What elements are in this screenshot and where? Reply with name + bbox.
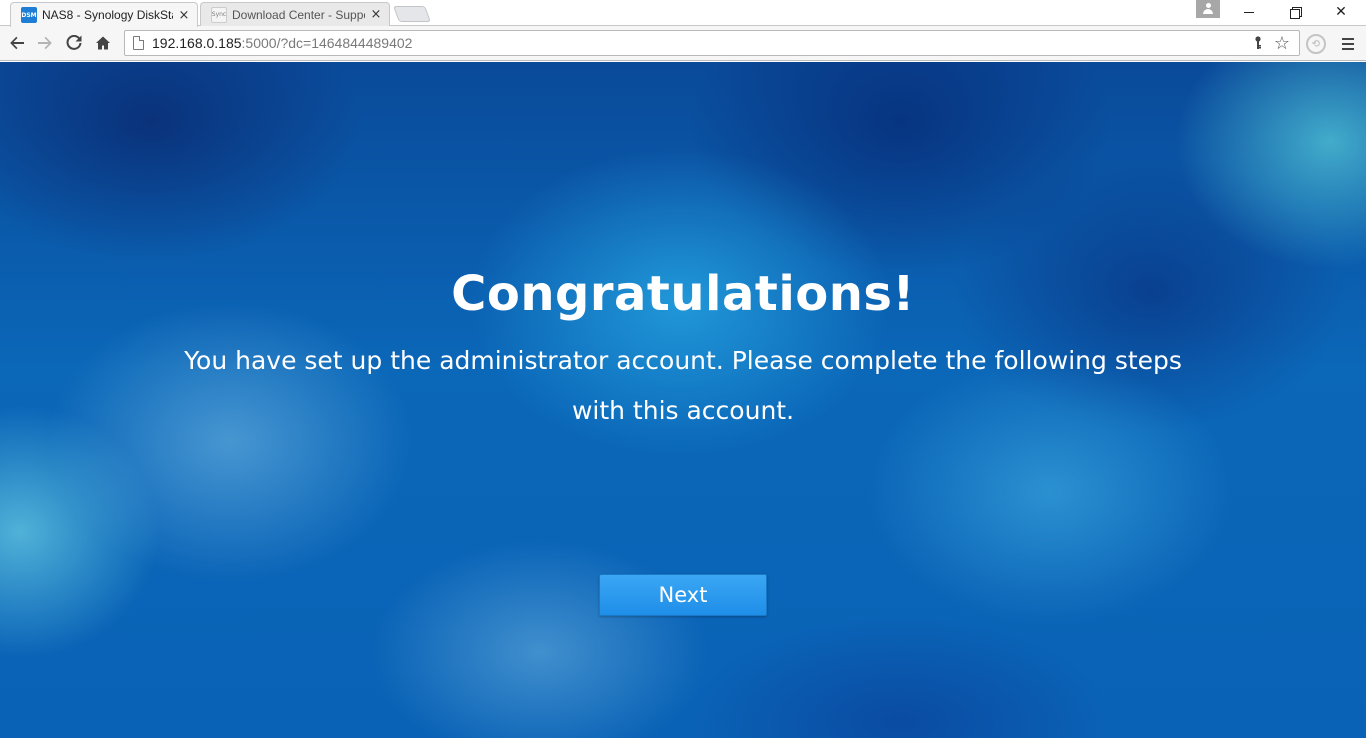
menu-line	[1342, 43, 1354, 45]
extension-icon[interactable]: ⟲	[1306, 34, 1326, 54]
dsm-favicon-icon: DSM	[21, 7, 37, 23]
message-line-2: with this account.	[571, 396, 795, 425]
tab-nas8[interactable]: DSM NAS8 - Synology DiskStat ×	[10, 2, 198, 27]
restore-button[interactable]	[1272, 0, 1318, 24]
profile-body	[1203, 9, 1213, 14]
bookmark-star-icon[interactable]: ☆	[1271, 32, 1293, 54]
profile-head	[1205, 3, 1211, 8]
page-background: Congratulations! You have set up the adm…	[0, 62, 1366, 738]
tab-title: NAS8 - Synology DiskStat	[42, 8, 173, 22]
page-icon	[133, 36, 144, 50]
url-path: :5000/?dc=1464844489402	[241, 35, 413, 51]
browser-toolbar: 192.168.0.185:5000/?dc=1464844489402 ☆ ⟲	[0, 26, 1366, 61]
close-icon: ✕	[1335, 4, 1347, 20]
close-tab-icon[interactable]: ×	[369, 7, 383, 22]
minimize-icon	[1244, 11, 1254, 13]
next-button[interactable]: Next	[599, 574, 767, 616]
url-host: 192.168.0.185	[152, 35, 242, 51]
hamburger-menu-icon[interactable]	[1338, 35, 1358, 53]
menu-line	[1342, 48, 1354, 50]
address-bar[interactable]: 192.168.0.185:5000/?dc=1464844489402 ☆	[124, 30, 1300, 56]
page-title: Congratulations!	[451, 266, 915, 322]
key-icon[interactable]	[1251, 34, 1265, 52]
close-tab-icon[interactable]: ×	[177, 8, 191, 23]
url-text: 192.168.0.185:5000/?dc=1464844489402	[152, 35, 412, 51]
new-tab-button[interactable]	[393, 6, 431, 22]
tab-download-center[interactable]: Sync Download Center - Suppo ×	[200, 2, 390, 26]
synology-favicon-icon: Sync	[211, 6, 227, 23]
tab-title: Download Center - Suppo	[232, 7, 365, 22]
back-arrow-icon[interactable]	[4, 31, 30, 55]
home-icon[interactable]	[90, 31, 116, 55]
close-window-button[interactable]: ✕	[1318, 0, 1364, 24]
setup-message: You have set up the administrator accoun…	[133, 336, 1233, 436]
message-line-1: You have set up the administrator accoun…	[184, 346, 1182, 375]
reload-icon[interactable]	[61, 31, 87, 55]
minimize-button[interactable]	[1226, 0, 1272, 24]
tab-strip: DSM NAS8 - Synology DiskStat × Sync Down…	[0, 0, 1366, 27]
restore-icon	[1290, 7, 1302, 19]
menu-line	[1342, 38, 1354, 40]
profile-icon[interactable]	[1196, 0, 1220, 18]
forward-arrow-icon[interactable]	[32, 31, 58, 55]
